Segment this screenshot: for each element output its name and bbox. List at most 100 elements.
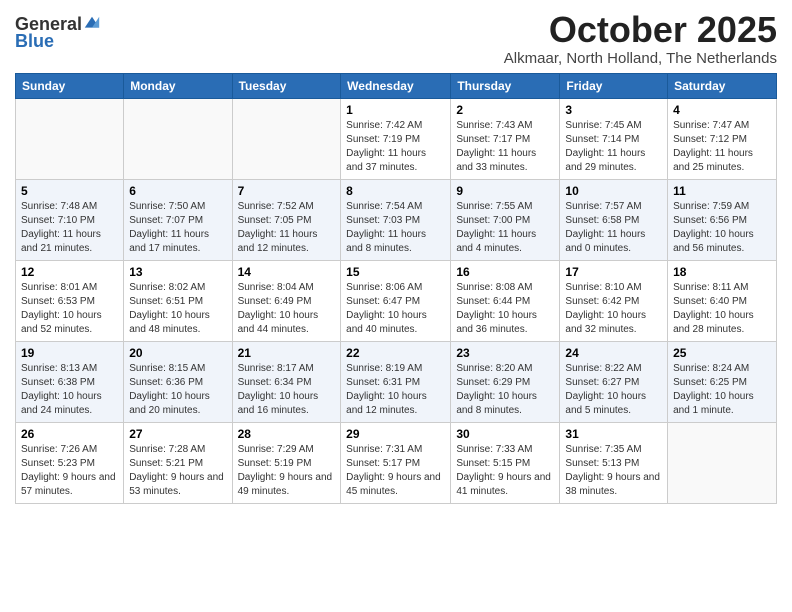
day-info: Sunrise: 7:50 AM Sunset: 7:07 PM Dayligh… — [129, 200, 226, 256]
day-number: 3 — [565, 103, 662, 117]
day-number: 20 — [129, 346, 226, 360]
title-area: October 2025 Alkmaar, North Holland, The… — [504, 10, 777, 67]
calendar-day-cell: 15 Sunrise: 8:06 AM Sunset: 6:47 PM Dayli… — [341, 260, 451, 341]
day-number: 7 — [238, 184, 336, 198]
day-info: Sunrise: 7:47 AM Sunset: 7:12 PM Dayligh… — [673, 119, 771, 175]
day-number: 29 — [346, 427, 445, 441]
calendar-week-row: 19 Sunrise: 8:13 AM Sunset: 6:38 PM Dayli… — [16, 341, 777, 422]
calendar-day-cell: 26Sunrise: 7:26 AM Sunset: 5:23 PM Dayli… — [16, 422, 124, 503]
day-number: 15 — [346, 265, 445, 279]
month-title: October 2025 — [504, 10, 777, 50]
calendar-day-cell: 30 Sunrise: 7:33 AM Sunset: 5:15 PM Dayli… — [451, 422, 560, 503]
day-info: Sunrise: 8:11 AM Sunset: 6:40 PM Dayligh… — [673, 281, 771, 337]
calendar-day-cell: 27 Sunrise: 7:28 AM Sunset: 5:21 PM Dayli… — [124, 422, 232, 503]
day-info: Sunrise: 7:48 AM Sunset: 7:10 PM Dayligh… — [21, 200, 118, 256]
calendar-day-cell: 7 Sunrise: 7:52 AM Sunset: 7:05 PM Daylig… — [232, 179, 341, 260]
calendar-day-cell: 22Sunrise: 8:19 AM Sunset: 6:31 PM Dayli… — [341, 341, 451, 422]
day-number: 21 — [238, 346, 336, 360]
day-number: 14 — [238, 265, 336, 279]
calendar-week-row: 12Sunrise: 8:01 AM Sunset: 6:53 PM Dayli… — [16, 260, 777, 341]
day-number: 28 — [238, 427, 336, 441]
calendar-day-cell: 6 Sunrise: 7:50 AM Sunset: 7:07 PM Daylig… — [124, 179, 232, 260]
day-info: Sunrise: 8:08 AM Sunset: 6:44 PM Dayligh… — [456, 281, 554, 337]
day-number: 10 — [565, 184, 662, 198]
day-info: Sunrise: 7:35 AM Sunset: 5:13 PM Dayligh… — [565, 443, 662, 499]
day-number: 11 — [673, 184, 771, 198]
day-number: 12 — [21, 265, 118, 279]
logo-blue-text: Blue — [15, 31, 101, 52]
day-info: Sunrise: 8:15 AM Sunset: 6:36 PM Dayligh… — [129, 362, 226, 418]
day-info: Sunrise: 7:54 AM Sunset: 7:03 PM Dayligh… — [346, 200, 445, 256]
day-number: 30 — [456, 427, 554, 441]
calendar-day-cell: 28 Sunrise: 7:29 AM Sunset: 5:19 PM Dayli… — [232, 422, 341, 503]
day-number: 23 — [456, 346, 554, 360]
day-info: Sunrise: 8:22 AM Sunset: 6:27 PM Dayligh… — [565, 362, 662, 418]
logo: General Blue — [15, 14, 101, 52]
day-info: Sunrise: 8:06 AM Sunset: 6:47 PM Dayligh… — [346, 281, 445, 337]
day-info: Sunrise: 8:02 AM Sunset: 6:51 PM Dayligh… — [129, 281, 226, 337]
calendar-day-cell: 8 Sunrise: 7:54 AM Sunset: 7:03 PM Daylig… — [341, 179, 451, 260]
day-number: 16 — [456, 265, 554, 279]
calendar-day-cell: 14 Sunrise: 8:04 AM Sunset: 6:49 PM Dayli… — [232, 260, 341, 341]
day-info: Sunrise: 8:24 AM Sunset: 6:25 PM Dayligh… — [673, 362, 771, 418]
day-number: 6 — [129, 184, 226, 198]
calendar-day-cell: 17Sunrise: 8:10 AM Sunset: 6:42 PM Dayli… — [560, 260, 668, 341]
day-number: 5 — [21, 184, 118, 198]
day-info: Sunrise: 7:59 AM Sunset: 6:56 PM Dayligh… — [673, 200, 771, 256]
weekday-header-saturday: Saturday — [668, 73, 777, 98]
day-number: 13 — [129, 265, 226, 279]
day-info: Sunrise: 8:04 AM Sunset: 6:49 PM Dayligh… — [238, 281, 336, 337]
calendar-day-cell: 24 Sunrise: 8:22 AM Sunset: 6:27 PM Dayli… — [560, 341, 668, 422]
empty-day-cell — [668, 422, 777, 503]
day-number: 27 — [129, 427, 226, 441]
calendar-week-row: 5 Sunrise: 7:48 AM Sunset: 7:10 PM Daylig… — [16, 179, 777, 260]
day-info: Sunrise: 7:28 AM Sunset: 5:21 PM Dayligh… — [129, 443, 226, 499]
day-info: Sunrise: 7:52 AM Sunset: 7:05 PM Dayligh… — [238, 200, 336, 256]
day-info: Sunrise: 8:20 AM Sunset: 6:29 PM Dayligh… — [456, 362, 554, 418]
calendar-day-cell: 4 Sunrise: 7:47 AM Sunset: 7:12 PM Daylig… — [668, 98, 777, 179]
day-info: Sunrise: 7:55 AM Sunset: 7:00 PM Dayligh… — [456, 200, 554, 256]
logo-icon — [83, 15, 101, 33]
weekday-header-monday: Monday — [124, 73, 232, 98]
empty-day-cell — [232, 98, 341, 179]
calendar-day-cell: 31Sunrise: 7:35 AM Sunset: 5:13 PM Dayli… — [560, 422, 668, 503]
day-number: 8 — [346, 184, 445, 198]
calendar-week-row: 26Sunrise: 7:26 AM Sunset: 5:23 PM Dayli… — [16, 422, 777, 503]
empty-day-cell — [124, 98, 232, 179]
day-number: 2 — [456, 103, 554, 117]
calendar-day-cell: 20 Sunrise: 8:15 AM Sunset: 6:36 PM Dayli… — [124, 341, 232, 422]
day-info: Sunrise: 8:13 AM Sunset: 6:38 PM Dayligh… — [21, 362, 118, 418]
calendar-day-cell: 3 Sunrise: 7:45 AM Sunset: 7:14 PM Daylig… — [560, 98, 668, 179]
calendar-day-cell: 2 Sunrise: 7:43 AM Sunset: 7:17 PM Daylig… — [451, 98, 560, 179]
day-info: Sunrise: 8:19 AM Sunset: 6:31 PM Dayligh… — [346, 362, 445, 418]
weekday-header-friday: Friday — [560, 73, 668, 98]
calendar-day-cell: 19 Sunrise: 8:13 AM Sunset: 6:38 PM Dayli… — [16, 341, 124, 422]
day-number: 4 — [673, 103, 771, 117]
day-number: 24 — [565, 346, 662, 360]
weekday-header-thursday: Thursday — [451, 73, 560, 98]
day-number: 19 — [21, 346, 118, 360]
calendar-day-cell: 21 Sunrise: 8:17 AM Sunset: 6:34 PM Dayli… — [232, 341, 341, 422]
calendar-day-cell: 5 Sunrise: 7:48 AM Sunset: 7:10 PM Daylig… — [16, 179, 124, 260]
day-info: Sunrise: 7:42 AM Sunset: 7:19 PM Dayligh… — [346, 119, 445, 175]
calendar-day-cell: 18 Sunrise: 8:11 AM Sunset: 6:40 PM Dayli… — [668, 260, 777, 341]
location-subtitle: Alkmaar, North Holland, The Netherlands — [504, 50, 777, 67]
day-number: 18 — [673, 265, 771, 279]
day-info: Sunrise: 7:33 AM Sunset: 5:15 PM Dayligh… — [456, 443, 554, 499]
calendar-day-cell: 25Sunrise: 8:24 AM Sunset: 6:25 PM Dayli… — [668, 341, 777, 422]
day-info: Sunrise: 7:31 AM Sunset: 5:17 PM Dayligh… — [346, 443, 445, 499]
day-info: Sunrise: 7:29 AM Sunset: 5:19 PM Dayligh… — [238, 443, 336, 499]
day-info: Sunrise: 8:17 AM Sunset: 6:34 PM Dayligh… — [238, 362, 336, 418]
calendar-day-cell: 9Sunrise: 7:55 AM Sunset: 7:00 PM Daylig… — [451, 179, 560, 260]
day-info: Sunrise: 7:43 AM Sunset: 7:17 PM Dayligh… — [456, 119, 554, 175]
empty-day-cell — [16, 98, 124, 179]
calendar-week-row: 1 Sunrise: 7:42 AM Sunset: 7:19 PM Daylig… — [16, 98, 777, 179]
day-info: Sunrise: 7:45 AM Sunset: 7:14 PM Dayligh… — [565, 119, 662, 175]
calendar-day-cell: 23 Sunrise: 8:20 AM Sunset: 6:29 PM Dayli… — [451, 341, 560, 422]
calendar-day-cell: 1 Sunrise: 7:42 AM Sunset: 7:19 PM Daylig… — [341, 98, 451, 179]
calendar-table: SundayMondayTuesdayWednesdayThursdayFrid… — [15, 73, 777, 504]
weekday-header-sunday: Sunday — [16, 73, 124, 98]
day-number: 1 — [346, 103, 445, 117]
calendar-day-cell: 10Sunrise: 7:57 AM Sunset: 6:58 PM Dayli… — [560, 179, 668, 260]
page-header: General Blue October 2025 Alkmaar, North… — [15, 10, 777, 67]
